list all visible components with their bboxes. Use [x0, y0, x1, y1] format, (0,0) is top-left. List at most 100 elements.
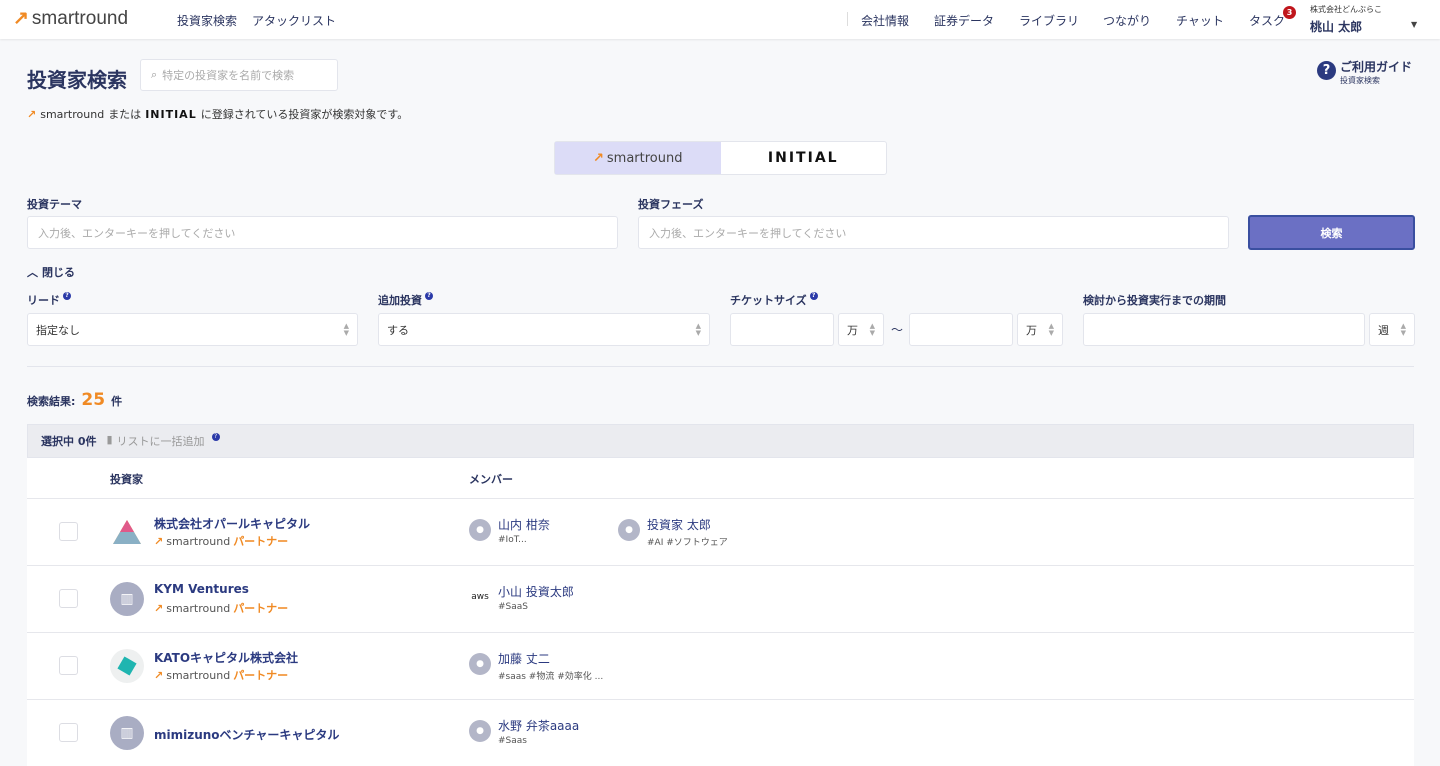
member-name[interactable]: 山内 柑奈 [498, 516, 550, 533]
source-tabs: ↗ smartround INITIAL [554, 141, 887, 175]
member-tags: #SaaS [498, 602, 528, 612]
smartround-logo-icon: ↗ [593, 150, 604, 166]
divider [27, 366, 1414, 367]
table-header: 投資家 メンバー [27, 458, 1414, 498]
ticket-min-unit-select[interactable]: 万 ▲ ▼ [838, 313, 884, 346]
select-arrows-icon: ▲ ▼ [695, 321, 701, 337]
col-investor: 投資家 [110, 473, 143, 486]
table-row[interactable]: 株式会社オパールキャピタル ↗ smartround パートナー ● 山内 柑奈 #IoT.… [27, 498, 1414, 565]
nav-connections[interactable]: つながり [1103, 12, 1151, 29]
investor-name[interactable]: 株式会社オパールキャピタル [154, 515, 310, 532]
follow-on-select[interactable]: する ▲ ▼ [378, 313, 710, 346]
partner-badge: ↗ smartround パートナー [154, 601, 289, 616]
row-checkbox[interactable] [59, 522, 78, 541]
ticket-min-input[interactable] [730, 313, 834, 346]
page-title: 投資家検索 [27, 68, 127, 92]
investor-name[interactable]: mimizunoベンチャーキャピタル [154, 726, 339, 743]
member-tags: #Saas [498, 736, 527, 746]
user-name[interactable]: 桃山 太郎 [1310, 18, 1362, 35]
theme-label: 投資テーマ [27, 198, 82, 211]
smartround-logo-icon: ↗ [13, 8, 29, 29]
top-nav: ↗ smartround 投資家検索 アタックリスト 会社情報 証券データ ライブ… [0, 0, 1440, 39]
row-checkbox[interactable] [59, 589, 78, 608]
table-row[interactable]: ▥ mimizunoベンチャーキャピタル ● 水野 弁茶aaaa #Saas [27, 699, 1414, 766]
nav-investor-search[interactable]: 投資家検索 [177, 12, 237, 29]
ticket-max-unit-select[interactable]: 万 ▲ ▼ [1017, 313, 1063, 346]
bookmark-icon: ▮ [106, 433, 113, 446]
period-input[interactable] [1083, 313, 1365, 346]
period-unit-select[interactable]: 週 ▲ ▼ [1369, 313, 1415, 346]
nav-company-info[interactable]: 会社情報 [861, 12, 909, 29]
lead-label: リード? [27, 292, 71, 308]
lead-select[interactable]: 指定なし ▲ ▼ [27, 313, 358, 346]
member-avatar: ● [469, 653, 491, 675]
user-menu-caret-icon[interactable]: ▼ [1411, 20, 1417, 29]
help-icon[interactable]: ? [425, 292, 433, 300]
nav-securities-data[interactable]: 証券データ [934, 12, 994, 29]
nav-chat[interactable]: チャット [1176, 12, 1224, 29]
bulk-action-bar: 選択中 0件 ▮ リストに一括追加? [27, 424, 1414, 458]
select-arrows-icon: ▲ ▼ [343, 321, 349, 337]
phase-label: 投資フェーズ [638, 198, 704, 211]
smartround-logo-icon: ↗ [27, 107, 37, 121]
kato-logo-icon [117, 656, 137, 676]
member-name[interactable]: 加藤 丈二 [498, 650, 550, 667]
partner-badge: ↗ smartround パートナー [154, 668, 289, 683]
investor-logo [110, 515, 144, 549]
investor-name-search-input[interactable]: ⌕ 特定の投資家を名前で検索 [140, 59, 338, 91]
member-avatar: ● [618, 519, 640, 541]
result-count: 検索結果: 25 件 [27, 390, 123, 410]
bulk-add-to-list-button[interactable]: ▮ リストに一括追加? [106, 433, 220, 449]
help-icon[interactable]: ? [211, 433, 220, 441]
nav-tasks[interactable]: タスク [1249, 12, 1285, 29]
member-name[interactable]: 水野 弁茶aaaa [498, 717, 579, 734]
usage-guide-link[interactable]: ? ご利用ガイド 投資家検索 [1317, 58, 1412, 86]
search-button[interactable]: 検索 [1248, 215, 1415, 250]
aws-logo-icon: aws [469, 586, 491, 608]
smartround-logo-icon: ↗ [154, 668, 164, 682]
select-arrows-icon: ▲ ▼ [1048, 321, 1054, 337]
member-tags: #AI #ソフトウェア [647, 538, 728, 548]
member-name[interactable]: 小山 投資太郎 [498, 583, 574, 600]
help-icon[interactable]: ? [63, 292, 71, 300]
nav-divider [847, 12, 848, 26]
select-arrows-icon: ▲ ▼ [869, 321, 875, 337]
help-icon: ? [1317, 61, 1336, 80]
member-tags: #saas #物流 #効率化 ... [498, 672, 604, 682]
theme-input[interactable]: 入力後、エンターキーを押してください [27, 216, 618, 249]
table-row[interactable]: ▥ KYM Ventures ↗ smartround パートナー aws 小山 投資太郎… [27, 565, 1414, 632]
brand-logo[interactable]: ↗ smartround [13, 7, 128, 30]
building-icon: ▥ [110, 582, 144, 616]
company-name: 株式会社どんぶらこ [1310, 5, 1382, 14]
smartround-logo-icon: ↗ [154, 601, 164, 615]
investor-logo [110, 649, 144, 683]
row-checkbox[interactable] [59, 656, 78, 675]
range-tilde: 〜 [891, 323, 904, 337]
building-icon: ▥ [110, 716, 144, 750]
phase-input[interactable]: 入力後、エンターキーを押してください [638, 216, 1229, 249]
member-name[interactable]: 投資家 太郎 [647, 516, 711, 533]
opal-logo-icon [113, 520, 141, 544]
col-member: メンバー [469, 473, 513, 486]
guide-title: ご利用ガイド [1340, 60, 1413, 74]
period-label: 検討から投資実行までの期間 [1083, 294, 1226, 307]
member-avatar: ● [469, 720, 491, 742]
partner-badge: ↗ smartround パートナー [154, 534, 289, 549]
chevron-up-icon: ︿ [27, 266, 38, 279]
row-checkbox[interactable] [59, 723, 78, 742]
tab-smartround[interactable]: ↗ smartround [555, 142, 721, 174]
investor-name[interactable]: KATOキャピタル株式会社 [154, 649, 298, 666]
member-avatar: ● [469, 519, 491, 541]
selected-count: 選択中 0件 [41, 435, 97, 448]
tab-initial[interactable]: INITIAL [721, 142, 887, 174]
search-icon: ⌕ [151, 68, 158, 81]
search-scope-notice: ↗ smartround または INITIAL に登録されている投資家が検索対象です。 [27, 107, 409, 122]
collapse-toggle[interactable]: ︿ 閉じる [27, 264, 75, 280]
help-icon[interactable]: ? [809, 292, 818, 300]
ticket-max-input[interactable] [909, 313, 1013, 346]
nav-attack-list[interactable]: アタックリスト [252, 12, 336, 29]
investor-name[interactable]: KYM Ventures [154, 582, 249, 596]
nav-library[interactable]: ライブラリ [1019, 12, 1079, 29]
table-row[interactable]: KATOキャピタル株式会社 ↗ smartround パートナー ● 加藤 丈二 #saas… [27, 632, 1414, 699]
ticket-size-label: チケットサイズ? [730, 292, 818, 308]
